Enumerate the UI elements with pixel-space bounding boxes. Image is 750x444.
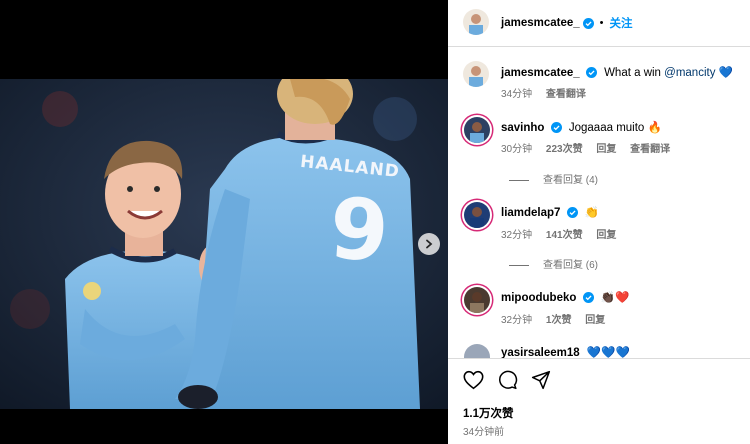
- caption-username[interactable]: jamesmcatee_: [501, 67, 580, 79]
- comment-username[interactable]: savinho: [501, 122, 544, 134]
- caption-translate-button[interactable]: 查看翻译: [546, 89, 586, 100]
- share-icon[interactable]: [531, 370, 551, 390]
- comment-text: Jogaaaa muito: [568, 122, 645, 134]
- comment-line: savinho Jogaaaa muito 🔥: [501, 120, 662, 134]
- author-avatar[interactable]: [463, 9, 489, 35]
- comment-time: 32分钟: [501, 315, 533, 326]
- post-media: HAALAND 9: [0, 0, 448, 444]
- comment-icon[interactable]: [497, 370, 518, 390]
- caption-avatar[interactable]: [463, 61, 489, 87]
- like-count[interactable]: 1.1万次赞: [463, 405, 514, 421]
- chevron-right-icon: [426, 239, 433, 249]
- post-time: 34分钟前: [463, 427, 505, 438]
- verified-icon: [582, 17, 594, 29]
- comment-likes[interactable]: 223次赞: [546, 144, 583, 155]
- comment-emoji: 👏: [584, 207, 600, 219]
- heart-icon[interactable]: [463, 370, 484, 390]
- comment-username[interactable]: liamdelap7: [501, 207, 560, 219]
- author-username[interactable]: jamesmcatee_: [501, 17, 580, 29]
- comment-reply-button[interactable]: 回复: [596, 144, 616, 155]
- next-photo-button[interactable]: [418, 233, 440, 255]
- caption-emoji: 💙: [718, 67, 733, 79]
- post-side-panel: jamesmcatee_ • 关注 jamesmcatee_ What a wi…: [448, 0, 750, 444]
- comment-avatar[interactable]: [464, 287, 490, 313]
- verified-icon: [566, 207, 578, 218]
- comment-line: liamdelap7 👏: [501, 205, 599, 219]
- jersey-number: 9: [326, 179, 392, 281]
- comment-username[interactable]: yasirsaleem18: [501, 347, 580, 358]
- header-divider: [448, 46, 750, 47]
- verified-icon: [582, 292, 594, 303]
- comment-line: yasirsaleem18 💙💙💙: [501, 345, 630, 358]
- view-replies-label: 查看回复 (4): [543, 175, 598, 186]
- view-replies-label: 查看回复 (6): [543, 260, 598, 271]
- comment-reply-button[interactable]: 回复: [585, 315, 605, 326]
- comment-reply-button[interactable]: 回复: [596, 230, 616, 241]
- comment-likes[interactable]: 1次赞: [546, 315, 572, 326]
- header-separator: •: [599, 17, 604, 29]
- comment-time: 30分钟: [501, 144, 533, 155]
- comment-avatar[interactable]: [464, 117, 490, 143]
- follow-button[interactable]: 关注: [610, 15, 633, 31]
- caption-text: What a win: [604, 67, 661, 79]
- comment-likes[interactable]: 141次赞: [546, 230, 583, 241]
- verified-icon: [585, 67, 597, 78]
- caption-mention-link[interactable]: @mancity: [664, 67, 715, 79]
- comment-translate-button[interactable]: 查看翻译: [630, 144, 670, 155]
- view-replies-button[interactable]: 查看回复 (6): [509, 256, 598, 271]
- caption-time: 34分钟: [501, 89, 533, 100]
- actions-divider: [448, 358, 750, 359]
- caption-line: jamesmcatee_ What a win @mancity 💙: [501, 65, 733, 79]
- comment-avatar[interactable]: [464, 202, 490, 228]
- comment-emoji: 👏🏿❤️: [600, 292, 630, 304]
- verified-icon: [550, 122, 562, 133]
- comment-emoji: 🔥: [647, 122, 662, 134]
- comment-username[interactable]: mipoodubeko: [501, 292, 576, 304]
- view-replies-button[interactable]: 查看回复 (4): [509, 171, 598, 186]
- comment-emoji: 💙💙💙: [586, 347, 630, 358]
- comment-line: mipoodubeko 👏🏿❤️: [501, 290, 629, 304]
- comment-time: 32分钟: [501, 230, 533, 241]
- comment-avatar[interactable]: [464, 344, 490, 358]
